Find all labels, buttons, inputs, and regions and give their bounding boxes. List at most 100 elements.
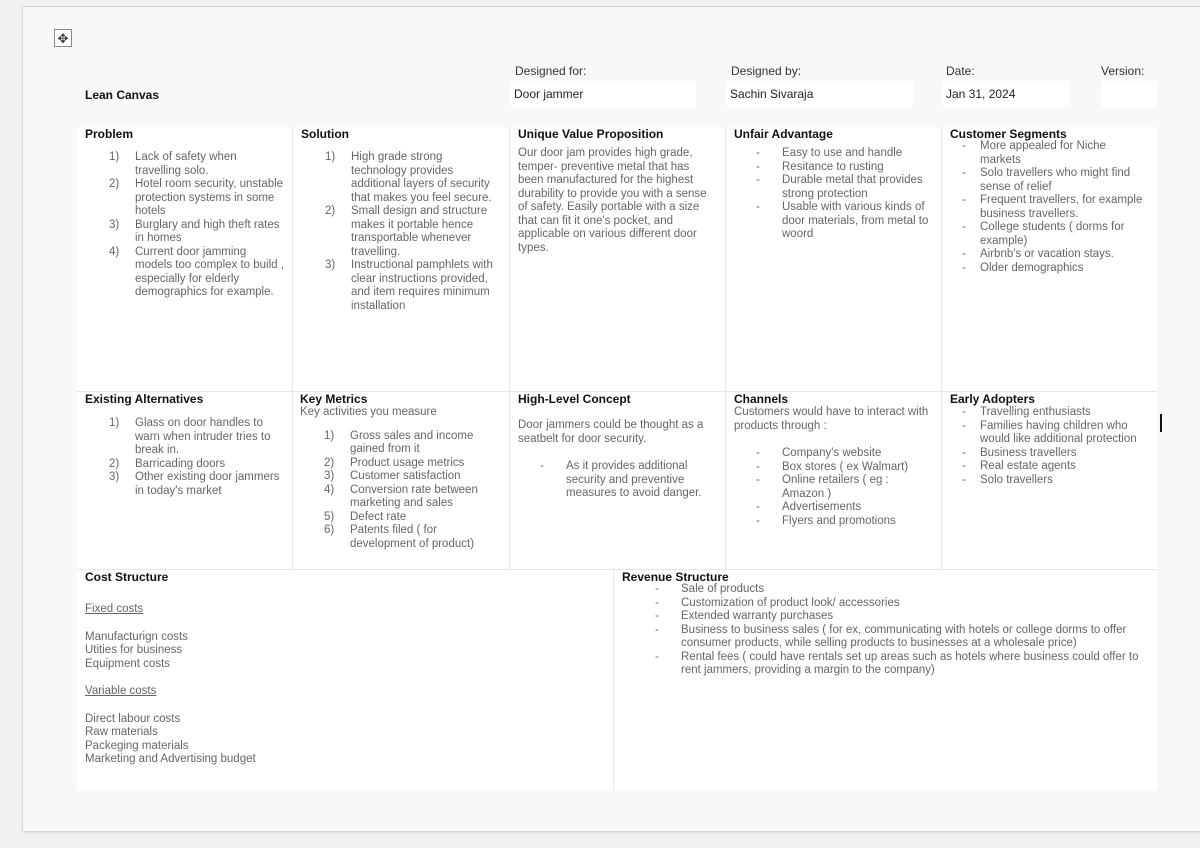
fixed-costs-list: Manufacturign costs Utities for business E… [85,631,605,672]
grid-divider [613,570,614,790]
date-field[interactable]: Jan 31, 2024 [942,81,1070,107]
high-level-concept-text: Door jammers could be thought as a seatb… [518,419,704,445]
list-item: - Online retailers ( eg : Amazon ) [734,474,933,501]
list-item: - Company's website [734,447,933,461]
dash-bullet-icon: - [756,514,760,527]
list-item-text: Instructional pamphlets with clear instr… [351,259,493,312]
list-item: - As it provides additional security and … [518,460,717,501]
customer-segments-section: Customer Segments - More appealed for Nic… [942,127,1157,392]
list-item-text: Glass on door handles to warn when intru… [135,417,271,456]
revenue-structure-section: Revenue Structure - Sale of products - Cust… [614,570,1157,790]
list-item: 6) Patents filed ( for development of pro… [300,524,501,551]
list-item-text: Families having children who would like … [980,419,1137,446]
channels-list: - Company's website - Box stores ( ex Walma… [734,447,933,528]
cost-structure-section: Cost Structure Fixed costs Manufacturign… [77,570,613,790]
dash-bullet-icon: - [962,460,966,472]
list-item: 3) Customer satisfaction [300,470,501,484]
dash-bullet-icon: - [655,583,659,595]
existing-alternatives-section: Existing Alternatives 1) Glass on door ha… [77,392,292,570]
list-number: 2) [325,205,336,217]
list-item: - Durable metal that provides strong prot… [734,174,933,201]
list-number: 3) [109,218,120,231]
high-level-concept-heading: High-Level Concept [518,392,631,406]
list-item: Raw materials [85,726,158,738]
list-item: - Solo travellers [950,474,1149,488]
list-item: 1) Gross sales and income gained from it [300,430,501,457]
text-cursor [1160,414,1162,432]
list-item: - Flyers and promotions [734,515,933,529]
list-item: - Solo travellers who might find sense of… [950,167,1149,194]
list-number: 3) [324,470,335,482]
grid-divider [77,391,1157,392]
list-item-text: Customer satisfaction [350,470,461,482]
dash-bullet-icon: - [756,460,760,473]
dash-bullet-icon: - [962,221,966,233]
list-number: 2) [109,178,120,190]
high-level-concept-list: - As it provides additional security and … [518,460,717,501]
uvp-text: Our door jam provides high grade, temper… [518,147,707,254]
early-adopters-heading: Early Adopters [950,392,1035,406]
dash-bullet-icon: - [962,419,966,432]
list-item-text: Easy to use and handle [782,147,903,159]
problem-heading: Problem [85,127,134,141]
dash-bullet-icon: - [756,447,760,459]
list-number: 2) [324,456,335,469]
dash-bullet-icon: - [962,261,966,274]
dash-bullet-icon: - [655,650,659,663]
list-item-text: Current door jamming models too complex … [135,245,284,299]
dash-bullet-icon: - [540,460,544,472]
dash-bullet-icon: - [655,596,659,609]
list-item: 4) Conversion rate between marketing and … [300,484,501,511]
dash-bullet-icon: - [756,174,760,186]
list-item: - Usable with various kinds of door mater… [734,201,933,242]
designed-for-field[interactable]: Door jammer [510,81,696,107]
key-metrics-list: 1) Gross sales and income gained from it 2… [300,430,501,552]
dash-bullet-icon: - [962,194,966,206]
list-item: - Families having children who would like… [950,420,1149,447]
solution-list: 1) High grade strong technology provides … [301,151,501,313]
list-item-text: Solo travellers who might find sense of … [980,167,1131,193]
list-item-text: Online retailers ( eg : Amazon ) [782,474,889,500]
revenue-structure-heading: Revenue Structure [622,570,729,584]
list-item: - Frequent travellers, for example busine… [950,194,1149,221]
dash-bullet-icon: - [962,167,966,179]
existing-alternatives-heading: Existing Alternatives [85,392,204,406]
list-item-text: Flyers and promotions [782,514,896,527]
dash-bullet-icon: - [655,610,659,622]
list-item: - Airbnb's or vacation stays. [950,248,1149,262]
list-item-text: Business travellers [980,446,1077,459]
customer-segments-list: - More appealed for Niche markets - Solo tr… [950,140,1149,275]
key-metrics-intro: Key activities you measure [300,406,437,418]
cost-structure-heading: Cost Structure [85,570,169,584]
list-item-text: Durable metal that provides strong prote… [782,174,923,200]
list-item: 3) Other existing door jammers in today's… [85,471,284,498]
variable-costs-heading: Variable costs [85,685,157,697]
dash-bullet-icon: - [756,474,760,486]
list-item-text: Real estate agents [980,460,1076,472]
fixed-costs-heading: Fixed costs [85,603,144,615]
problem-list: 1) Lack of safety when travelling solo. 2)… [85,151,284,300]
table-move-handle-icon[interactable]: ✥ [54,29,72,47]
uvp-section: Unique Value Proposition Our door jam pr… [510,127,725,392]
list-item: Equipment costs [85,657,171,670]
list-item-text: Hotel room security, unstable protection… [135,178,284,217]
designed-by-field[interactable]: Sachin Sivaraja [726,81,913,107]
list-item-text: Gross sales and income gained from it [350,429,474,456]
key-metrics-heading: Key Metrics [300,392,368,406]
list-item: 5) Defect rate [300,511,501,525]
list-item-text: Resitance to rusting [782,160,884,173]
list-item: 3) Instructional pamphlets with clear ins… [301,259,501,313]
dash-bullet-icon: - [962,473,966,486]
list-item: 2) Small design and structure makes it po… [301,205,501,259]
list-item: - Real estate agents [950,460,1149,474]
unfair-advantage-heading: Unfair Advantage [734,127,833,141]
version-field[interactable] [1101,81,1157,107]
channels-section: Channels Customers would have to interac… [726,392,941,570]
list-item: 1) Lack of safety when travelling solo. [85,151,284,178]
list-item-text: Extended warranty purchases [681,610,834,622]
dash-bullet-icon: - [962,248,966,260]
list-number: 2) [109,457,120,470]
list-item: Manufacturign costs [85,630,188,643]
list-item-text: Sale of products [681,583,765,595]
list-item-text: Conversion rate between marketing and sa… [350,483,478,510]
